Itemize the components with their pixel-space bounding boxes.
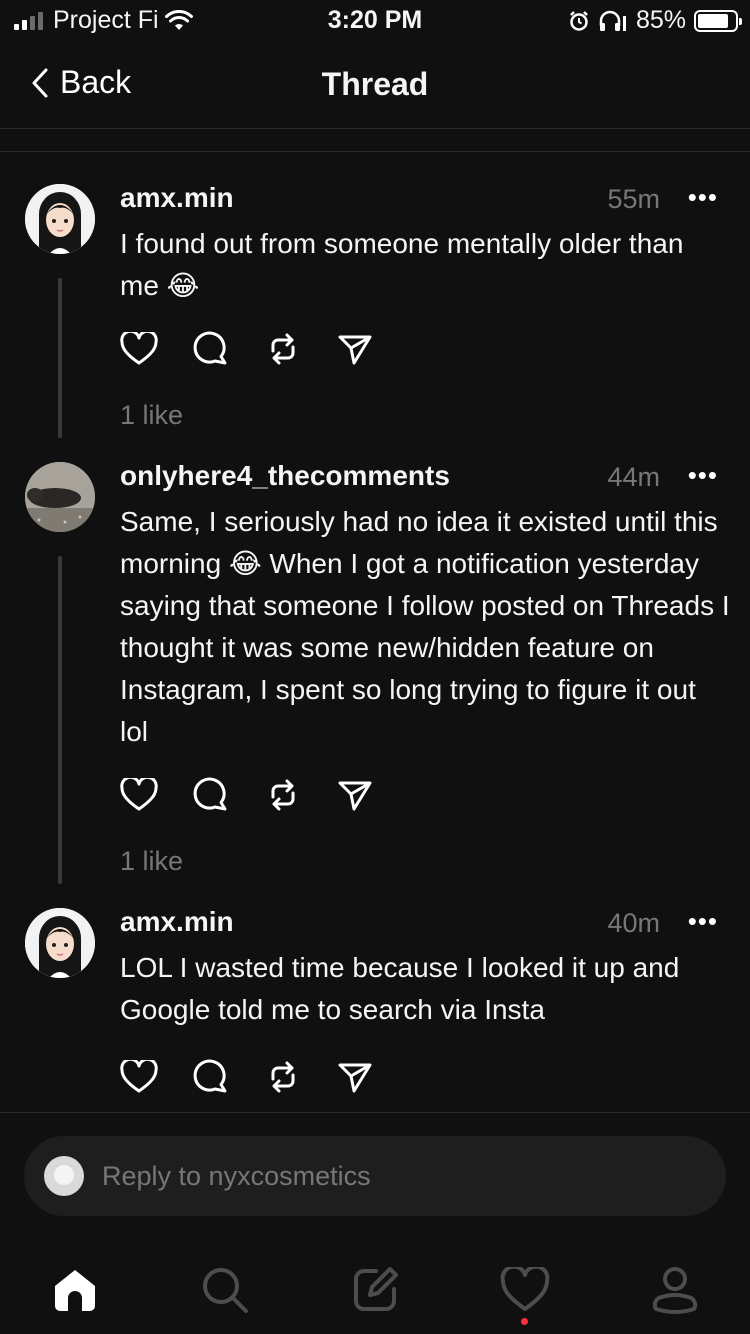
share-icon[interactable] <box>336 1058 374 1096</box>
post-actions <box>120 776 374 814</box>
search-icon <box>203 1268 248 1313</box>
avatar[interactable] <box>25 462 95 532</box>
tab-activity[interactable] <box>495 1260 555 1320</box>
repost-icon[interactable] <box>264 776 302 814</box>
avatar-girl-illustration <box>25 908 95 978</box>
alarm-icon <box>570 10 588 31</box>
comment-icon[interactable] <box>192 1058 230 1096</box>
post-actions <box>120 330 374 368</box>
avatar[interactable] <box>25 184 95 254</box>
tab-search[interactable] <box>195 1260 255 1320</box>
share-icon[interactable] <box>336 330 374 368</box>
page-title: Thread <box>321 66 429 102</box>
like-count[interactable]: 1 like <box>120 846 183 877</box>
avatar[interactable] <box>25 908 95 978</box>
post-text: LOL I wasted time because I looked it up… <box>120 952 680 1025</box>
battery-icon <box>694 9 742 32</box>
post-username[interactable]: amx.min <box>120 906 234 938</box>
battery-label: 85% <box>635 6 686 34</box>
nav-bar: Back Thread <box>0 42 750 128</box>
repost-icon[interactable] <box>264 1058 302 1096</box>
notification-dot <box>521 1318 528 1325</box>
share-icon[interactable] <box>336 776 374 814</box>
tab-home[interactable] <box>45 1260 105 1320</box>
like-icon[interactable] <box>120 1058 158 1096</box>
avatar-seal-photo <box>25 462 95 532</box>
profile-icon <box>652 1267 698 1314</box>
post-text: Same, I seriously had no idea it existed… <box>120 506 730 747</box>
post-time: 44m <box>607 462 660 492</box>
thread-line <box>58 556 62 884</box>
post-username[interactable]: onlyhere4_thecomments <box>120 460 450 492</box>
status-bar: Project Fi 3:20 PM 85% <box>0 0 750 42</box>
repost-icon[interactable] <box>264 330 302 368</box>
post-actions <box>120 1058 374 1096</box>
reply-avatar <box>44 1156 84 1196</box>
post-text: I found out from someone mentally older … <box>120 228 684 301</box>
more-options-icon[interactable]: ••• <box>688 182 718 213</box>
post-time: 40m <box>607 908 660 938</box>
avatar-girl-illustration <box>25 184 95 254</box>
comment-icon[interactable] <box>192 330 230 368</box>
like-icon[interactable] <box>120 776 158 814</box>
heart-icon <box>500 1267 550 1311</box>
tab-bar <box>0 1250 750 1334</box>
post-username[interactable]: amx.min <box>120 182 234 214</box>
more-options-icon[interactable]: ••• <box>688 460 718 491</box>
post-time: 55m <box>607 184 660 214</box>
home-icon <box>55 1270 95 1311</box>
like-icon[interactable] <box>120 330 158 368</box>
reply-placeholder: Reply to nyxcosmetics <box>102 1160 371 1191</box>
like-count[interactable]: 1 like <box>120 400 183 431</box>
nav-divider <box>0 128 750 129</box>
more-options-icon[interactable]: ••• <box>688 906 718 937</box>
headphones-icon <box>599 10 626 31</box>
reply-divider <box>0 1112 750 1113</box>
status-right: 85% <box>568 6 742 35</box>
comment-icon[interactable] <box>192 776 230 814</box>
tab-profile[interactable] <box>645 1260 705 1320</box>
thread-line <box>58 278 62 438</box>
content-divider <box>0 151 750 152</box>
compose-icon <box>354 1267 398 1311</box>
reply-input[interactable]: Reply to nyxcosmetics <box>24 1136 726 1216</box>
tab-compose[interactable] <box>345 1260 405 1320</box>
